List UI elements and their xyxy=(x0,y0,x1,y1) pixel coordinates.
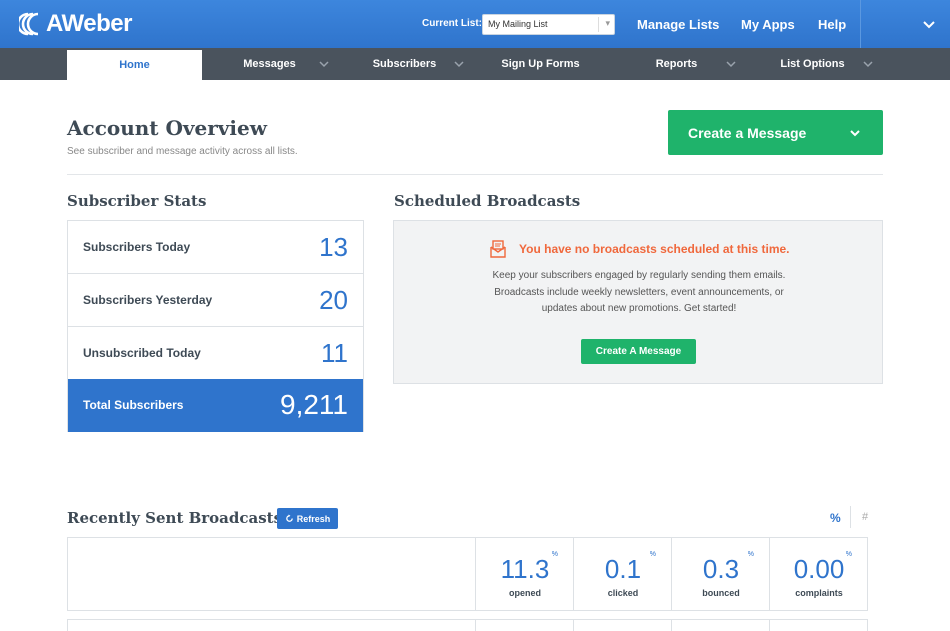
table-cell xyxy=(573,620,574,631)
logo-text: AWeber xyxy=(46,10,132,37)
metric-unit: % xyxy=(747,551,754,558)
tab-home[interactable]: Home xyxy=(67,50,202,80)
scheduled-description-line: Keep your subscribers engaged by regular… xyxy=(492,270,786,281)
tab-list-options-label: List Options xyxy=(780,58,845,70)
subscriber-stats-title: Subscriber Stats xyxy=(67,192,207,210)
scheduled-description-line: Broadcasts include weekly newsletters, e… xyxy=(494,286,784,298)
my-apps-link[interactable]: My Apps xyxy=(741,17,795,32)
metric-value: 0.00 xyxy=(793,554,845,584)
table-cell xyxy=(769,620,770,631)
page-title: Account Overview xyxy=(67,116,267,140)
tab-sign-up-forms[interactable]: Sign Up Forms xyxy=(472,48,609,80)
tab-sign-up-forms-label: Sign Up Forms xyxy=(501,58,580,70)
stat-label: Subscribers Today xyxy=(83,240,191,254)
logo-mark-icon xyxy=(19,12,39,36)
metric-unit: % xyxy=(649,551,656,558)
stat-label: Unsubscribed Today xyxy=(83,346,201,360)
select-caret-icon: ▾ xyxy=(605,18,610,28)
stat-value: 13 xyxy=(319,232,348,262)
tab-subscribers-label: Subscribers xyxy=(372,58,437,70)
chevron-down-icon xyxy=(726,61,736,68)
scheduled-broadcasts-panel: You have no broadcasts scheduled at this… xyxy=(393,220,883,384)
no-broadcasts-alert: You have no broadcasts scheduled at this… xyxy=(519,242,790,256)
broadcast-row-next[interactable] xyxy=(67,619,868,631)
select-divider xyxy=(598,17,599,32)
topbar-divider xyxy=(860,0,861,48)
broadcast-row[interactable]: 11.3 % opened 0.1 % clicked 0.3 % bounce… xyxy=(67,537,868,611)
current-list-select[interactable]: My Mailing List ▾ xyxy=(482,14,615,35)
create-message-label: Create a Message xyxy=(688,124,807,141)
metric-complaints: 0.00 % complaints xyxy=(769,538,867,610)
create-a-message-button[interactable]: Create A Message xyxy=(581,339,696,364)
refresh-label: Refresh xyxy=(296,513,331,524)
tab-subscribers[interactable]: Subscribers xyxy=(337,48,472,80)
stat-row-subscribers-yesterday: Subscribers Yesterday 20 xyxy=(68,274,363,327)
stat-row-subscribers-today: Subscribers Today 13 xyxy=(68,221,363,274)
account-menu-chevron-icon[interactable] xyxy=(922,18,936,32)
page-subtitle: See subscriber and message activity acro… xyxy=(67,146,298,157)
stat-value: 9,211 xyxy=(280,389,348,420)
metric-label: complaints xyxy=(795,588,843,598)
chevron-down-icon xyxy=(863,61,873,68)
scheduled-broadcasts-title: Scheduled Broadcasts xyxy=(394,192,581,210)
metric-unit: % xyxy=(551,551,558,558)
stat-row-total-subscribers: Total Subscribers 9,211 xyxy=(68,379,363,432)
tab-messages[interactable]: Messages xyxy=(202,48,337,80)
metric-label: clicked xyxy=(607,588,639,598)
metric-value: 0.3 xyxy=(702,554,740,584)
table-cell xyxy=(671,620,672,631)
newsletter-icon xyxy=(490,240,506,258)
metric-bounced: 0.3 % bounced xyxy=(671,538,769,610)
stat-value: 11 xyxy=(321,338,348,368)
metric-unit: % xyxy=(845,551,852,558)
aweber-logo[interactable]: AWeber xyxy=(19,9,132,39)
create-message-button[interactable]: Create a Message xyxy=(668,110,883,155)
metric-value: 11.3 xyxy=(500,554,550,584)
toggle-divider xyxy=(850,506,851,528)
metric-value: 0.1 xyxy=(604,554,642,584)
manage-lists-link[interactable]: Manage Lists xyxy=(637,17,719,32)
count-toggle[interactable]: # xyxy=(862,511,868,523)
metric-opened: 11.3 % opened xyxy=(475,538,573,610)
tab-home-label: Home xyxy=(119,59,150,71)
metric-clicked: 0.1 % clicked xyxy=(573,538,671,610)
tab-reports-label: Reports xyxy=(655,58,698,70)
stat-label: Total Subscribers xyxy=(83,398,184,412)
scheduled-description-line: updates about new promotions. Get starte… xyxy=(541,303,737,314)
tab-messages-label: Messages xyxy=(243,58,296,70)
tab-list-options[interactable]: List Options xyxy=(744,48,881,80)
header-divider xyxy=(67,174,883,175)
current-list-value: My Mailing List xyxy=(488,19,548,29)
recent-broadcasts-title: Recently Sent Broadcasts xyxy=(67,509,283,527)
table-cell xyxy=(475,620,476,631)
scheduled-description: Keep your subscribers engaged by regular… xyxy=(464,268,814,318)
metric-label: bounced xyxy=(702,588,740,598)
top-bar: AWeber Current List: My Mailing List ▾ M… xyxy=(0,0,950,48)
tab-reports[interactable]: Reports xyxy=(609,48,744,80)
refresh-icon xyxy=(285,514,293,522)
chevron-down-icon[interactable] xyxy=(849,127,861,139)
main-nav: Home Messages Subscribers Sign Up Forms … xyxy=(0,48,950,80)
metric-label: opened xyxy=(508,588,541,598)
subscriber-stats-table: Subscribers Today 13 Subscribers Yesterd… xyxy=(67,220,364,432)
stat-value: 20 xyxy=(319,285,348,315)
percent-toggle[interactable]: % xyxy=(830,511,841,525)
current-list-label: Current List: xyxy=(422,18,482,29)
chevron-down-icon xyxy=(454,61,464,68)
refresh-button[interactable]: Refresh xyxy=(277,508,338,529)
chevron-down-icon xyxy=(319,61,329,68)
stat-row-unsubscribed-today: Unsubscribed Today 11 xyxy=(68,327,363,380)
help-link[interactable]: Help xyxy=(818,17,846,32)
stat-label: Subscribers Yesterday xyxy=(83,293,213,307)
